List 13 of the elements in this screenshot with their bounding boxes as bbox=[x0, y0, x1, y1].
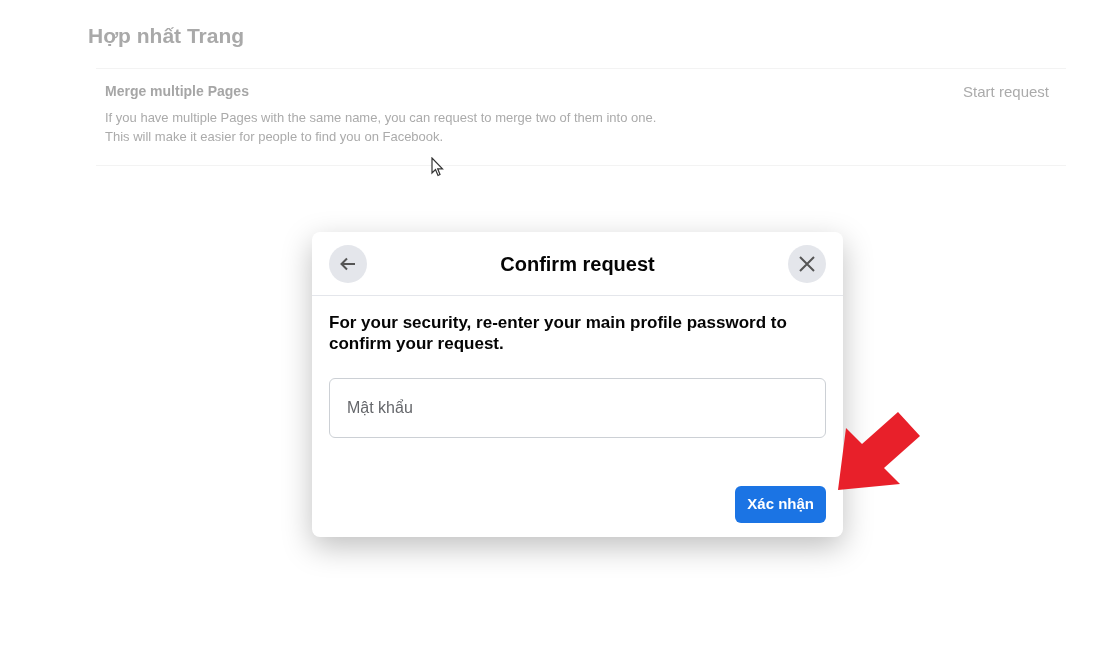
security-message: For your security, re-enter your main profile password to confirm your request. bbox=[329, 312, 788, 354]
back-button[interactable] bbox=[329, 244, 367, 283]
card-description: If you have multiple Pages with the same name, you can request to merge two of them into one. bbox=[105, 108, 657, 127]
start-request-link[interactable]: Start request bbox=[963, 80, 1049, 103]
close-icon bbox=[798, 254, 816, 273]
card-heading: Merge multiple Pages bbox=[105, 81, 250, 101]
page-title: Hợp nhất Trang bbox=[88, 23, 246, 49]
pointer-arrow-icon bbox=[838, 412, 920, 492]
close-button[interactable] bbox=[788, 244, 826, 283]
card-description: This will make it easier for people to find you on Facebook. bbox=[105, 128, 445, 146]
dialog-title: Confirm request bbox=[500, 251, 655, 277]
password-field[interactable]: Mật khẩu bbox=[329, 378, 826, 438]
confirm-button[interactable]: Xác nhận bbox=[735, 486, 826, 523]
